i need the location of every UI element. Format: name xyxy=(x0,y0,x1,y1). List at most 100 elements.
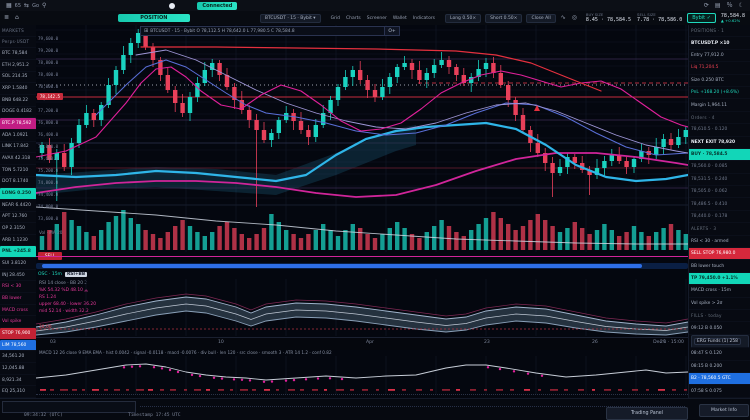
order-row[interactable]: 78,440.0 · 0.178 xyxy=(689,211,750,223)
go-label[interactable]: Go xyxy=(32,3,39,9)
time-axis[interactable]: Dec 1 · 15:00 0310Apr232629 xyxy=(36,337,688,350)
order-row[interactable]: POSITIONS · 1 xyxy=(689,25,750,37)
watchlist-row[interactable]: LIM 78,560 xyxy=(0,340,36,352)
order-row[interactable]: Entry 77,912.0 xyxy=(689,50,750,62)
menu-icon[interactable]: ▦ xyxy=(6,3,12,9)
home-icon[interactable]: ⌂ xyxy=(15,15,19,21)
watchlist-row[interactable]: AVAX 42.318 xyxy=(0,153,36,165)
watchlist-row[interactable]: BTC 78,584 xyxy=(0,48,36,60)
plug-icon[interactable]: ⚲ xyxy=(42,3,46,9)
scrollbar-handle[interactable] xyxy=(42,264,642,268)
watchlist-row[interactable]: NEAR 6.4420 xyxy=(0,200,36,212)
price-chart[interactable] xyxy=(36,25,688,252)
order-row[interactable]: 78,531.5 · 0.240 xyxy=(689,174,750,186)
watchlist-row[interactable]: STOP 76,900 xyxy=(0,328,36,340)
broker-chip[interactable]: Bybit ✓ xyxy=(687,13,716,23)
menu-item-indicators[interactable]: Indicators xyxy=(413,16,435,21)
order-row[interactable]: Margin 1,964.11 xyxy=(689,99,750,111)
watchlist-row[interactable]: TON 5.7210 xyxy=(0,165,36,177)
order-row[interactable]: Vol spike > 2σ xyxy=(689,298,750,310)
swap-icon[interactable]: ⇆ xyxy=(24,3,29,9)
menu-item-grid[interactable]: Grid xyxy=(331,16,340,21)
order-row[interactable]: ERG Funds (1) 258 xyxy=(691,335,749,348)
watchlist-row[interactable]: INJ 28.450 xyxy=(0,270,36,282)
oscillator-panel[interactable] xyxy=(36,279,688,336)
watchlist-row[interactable]: RSI < 30 xyxy=(0,281,36,293)
order-row[interactable]: 08:47 S 0.120 xyxy=(689,348,750,360)
order-row[interactable]: BTCUSDT.P ×10 xyxy=(689,37,750,49)
list-icon[interactable]: ≣ xyxy=(4,15,9,21)
watchlist-row[interactable]: PNL +245.8 xyxy=(0,246,36,258)
chart-legend-input[interactable]: ⊞ BTCUSDT · 15 · Bybit O 78,112.5 H 78,6… xyxy=(140,26,386,36)
watchlist-row[interactable]: BNB 648.22 xyxy=(0,95,36,107)
position-button[interactable]: POSITION xyxy=(118,14,190,22)
order-row[interactable]: 78,486.5 · 0.410 xyxy=(689,198,750,210)
connect-button[interactable]: Connected xyxy=(197,2,237,10)
menu-item-wallet[interactable]: Wallet xyxy=(393,16,407,21)
macd-panel[interactable] xyxy=(36,356,688,394)
target-icon[interactable]: ◎ xyxy=(572,15,577,21)
watchlist-row[interactable]: LINK 17.842 xyxy=(0,142,36,154)
order-row[interactable]: NEXT EXIT 78,920 xyxy=(689,137,750,149)
order-row[interactable]: 09:12 B 0.050 xyxy=(689,322,750,334)
watchlist-row[interactable]: DOGE 0.4182 xyxy=(0,107,36,119)
order-row[interactable]: BUY · 78,584.5 xyxy=(689,149,750,161)
order-row[interactable]: 08:15 B 0.200 xyxy=(689,361,750,373)
console-input[interactable] xyxy=(2,401,136,413)
menu-item-screener[interactable]: Screener xyxy=(367,16,387,21)
trading-panel-button[interactable]: Trading Panel xyxy=(606,407,688,420)
order-row[interactable]: FILLS · today xyxy=(689,310,750,322)
order-row[interactable]: Size 0.250 BTC xyxy=(689,75,750,87)
order-row[interactable]: 78,610.5 · 0.120 xyxy=(689,124,750,136)
order-row[interactable]: RSI < 30 · armed xyxy=(689,236,750,248)
market-info-button[interactable]: Market Info xyxy=(699,404,749,417)
order-row[interactable]: 07:58 S 0.075 xyxy=(689,385,750,397)
status-bar: 09:34:32 (UTC) Timestamp 17:45 UTC Tradi… xyxy=(0,398,750,420)
watchlist-row[interactable]: BB lower xyxy=(0,293,36,305)
wave-icon[interactable]: ∿ xyxy=(561,15,566,21)
watchlist-row[interactable]: SOL 214.35 xyxy=(0,72,36,84)
order-row[interactable]: MACD cross · 15m xyxy=(689,285,750,297)
order-row[interactable]: 78,505.0 · 0.062 xyxy=(689,186,750,198)
watchlist-row[interactable]: MACD cross xyxy=(0,305,36,317)
watchlist-row[interactable]: APT 12.760 xyxy=(0,212,36,224)
watchlist-row[interactable]: Vol spike xyxy=(0,316,36,328)
watchlist-row[interactable]: 8,921.34 xyxy=(0,375,36,387)
layout-icon[interactable]: ▤ xyxy=(715,3,721,9)
alert-price-tag: 78,142.5 xyxy=(37,93,63,100)
order-row[interactable]: Liq 71,204.5 xyxy=(689,62,750,74)
moon-icon[interactable]: ☾ xyxy=(739,3,744,9)
watchlist-row[interactable]: OP 2.3150 xyxy=(0,223,36,235)
watchlist-row[interactable]: ARB 1.1230 xyxy=(0,235,36,247)
grid-icon: ⊞ xyxy=(144,29,148,34)
action-chip[interactable]: Long 0.50× xyxy=(445,14,481,23)
order-row[interactable]: PnL +168.20 (+8.6%) xyxy=(689,87,750,99)
order-row[interactable]: ALERTS · 3 xyxy=(689,223,750,235)
symbol-select[interactable]: BTCUSDT · 15 · Bybit ▾ xyxy=(260,14,321,23)
watchlist-row[interactable]: 12,045.88 xyxy=(0,363,36,375)
oscillator-chip[interactable]: RSI+BB xyxy=(65,272,87,277)
watchlist-row[interactable]: LONG 0.250 xyxy=(0,188,36,200)
watchlist-row[interactable]: 34,561.20 xyxy=(0,351,36,363)
watchlist-row[interactable]: SUI 3.8120 xyxy=(0,258,36,270)
watchlist-row[interactable]: BTC.P 78,592 xyxy=(0,118,36,130)
order-row[interactable]: TP 79,450.0 +1.1% xyxy=(689,273,750,285)
percent-icon[interactable]: ％ xyxy=(727,3,733,9)
order-row[interactable]: B2 · 78,560.5 GTC xyxy=(689,373,750,385)
order-row[interactable]: BB lower touch xyxy=(689,260,750,272)
date-tick: 29 xyxy=(660,340,666,345)
watchlist-row[interactable]: XRP 1.5840 xyxy=(0,83,36,95)
add-order-chip[interactable]: O+ xyxy=(384,26,400,36)
watchlist-row[interactable]: EQ 25,310 xyxy=(0,386,36,398)
watchlist-row[interactable]: ETH 2,951.2 xyxy=(0,60,36,72)
theme-toggle[interactable] xyxy=(169,3,175,9)
watchlist-row[interactable]: ADA 1.0921 xyxy=(0,130,36,142)
action-chip[interactable]: Short 0.50× xyxy=(485,14,522,23)
order-row[interactable]: SELL STOP 76,980.0 xyxy=(689,248,750,260)
order-row[interactable]: Orders · 4 xyxy=(689,112,750,124)
action-chip[interactable]: Close All xyxy=(526,14,555,23)
watchlist-row[interactable]: DOT 8.1740 xyxy=(0,177,36,189)
order-row[interactable]: 78,560.0 · 0.085 xyxy=(689,161,750,173)
refresh-icon[interactable]: ⟳ xyxy=(704,3,709,9)
menu-item-charts[interactable]: Charts xyxy=(346,16,361,21)
